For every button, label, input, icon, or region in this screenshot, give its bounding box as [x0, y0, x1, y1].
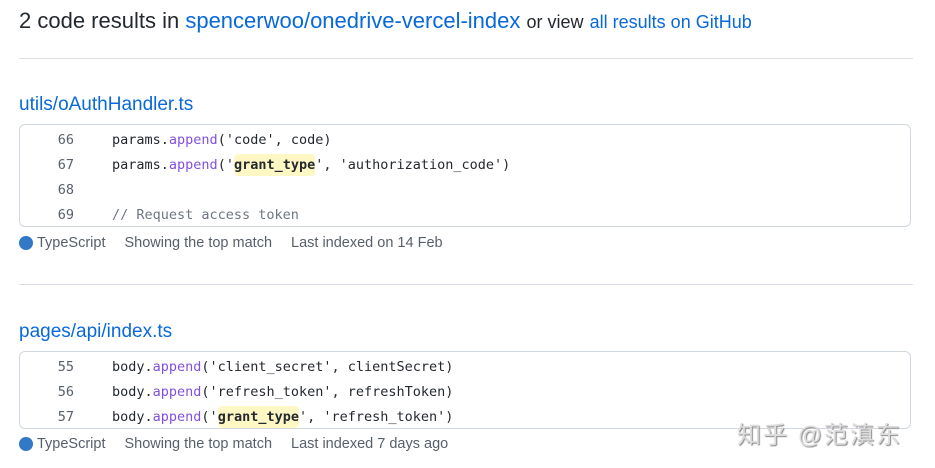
function-token: append: [168, 156, 218, 173]
line-number: 55: [57, 358, 74, 375]
file-link[interactable]: pages/api/index.ts: [19, 321, 172, 343]
code-token: (': [201, 408, 218, 425]
results-header: 2 code results in spencerwoo/onedrive-ve…: [19, 8, 752, 34]
file-link[interactable]: utils/oAuthHandler.ts: [19, 94, 193, 116]
indexed-info: Last indexed on 14 Feb: [291, 235, 443, 251]
language: TypeScript: [37, 436, 106, 452]
code-text: body.append('grant_type', 'refresh_token…: [112, 405, 454, 428]
line-number: 67: [57, 156, 74, 173]
code-token: body.: [112, 408, 153, 425]
line-number: 57: [57, 408, 74, 425]
code-token: ', 'refresh_token'): [298, 408, 454, 425]
divider: [19, 58, 913, 59]
result-meta: TypeScript Showing the top match Last in…: [19, 436, 448, 452]
function-token: append: [152, 408, 202, 425]
code-text: body.append('refresh_token', refreshToke…: [112, 384, 453, 400]
code-line: 69 // Request access token: [20, 202, 910, 227]
watermark: 知乎 @范滇东: [737, 422, 903, 449]
code-token: body.: [112, 383, 153, 400]
match-highlight: grant_type: [233, 153, 316, 176]
match-highlight: grant_type: [217, 405, 299, 428]
code-text: params.append('code', code): [112, 132, 331, 148]
result-meta: TypeScript Showing the top match Last in…: [19, 235, 443, 251]
code-token: ', 'authorization_code'): [315, 156, 511, 173]
language-color-icon: [19, 236, 33, 250]
code-text: body.append('client_secret', clientSecre…: [112, 359, 453, 375]
match-info: Showing the top match: [124, 436, 273, 452]
code-token: params.: [112, 156, 169, 173]
code-text: params.append('grant_type', 'authorizati…: [112, 153, 511, 176]
code-line: 55 body.append('client_secret', clientSec…: [20, 354, 910, 379]
function-token: append: [168, 131, 218, 148]
code-snippet[interactable]: 66 params.append('code', code) 67 params.ap…: [19, 124, 911, 227]
function-token: append: [152, 383, 202, 400]
all-results-link[interactable]: all results on GitHub: [590, 12, 752, 32]
language: TypeScript: [37, 235, 106, 251]
code-line: 67 params.append('grant_type', 'authoriza…: [20, 152, 910, 177]
divider: [19, 284, 913, 285]
function-token: append: [152, 358, 202, 375]
code-line: 66 params.append('code', code): [20, 127, 910, 152]
line-number: 68: [57, 181, 74, 198]
code-text: // Request access token: [112, 207, 299, 223]
code-token: body.: [112, 358, 153, 375]
comment: // Request access token: [112, 206, 299, 223]
code-token: ('refresh_token', refreshToken): [201, 383, 454, 400]
or-view-text: or view: [526, 12, 584, 32]
code-token: ('code', code): [217, 131, 332, 148]
line-number: 69: [57, 206, 74, 223]
line-number: 66: [57, 131, 74, 148]
language-color-icon: [19, 437, 33, 451]
code-token: (': [217, 156, 234, 173]
code-token: ('client_secret', clientSecret): [201, 358, 454, 375]
indexed-info: Last indexed 7 days ago: [291, 436, 449, 452]
match-info: Showing the top match: [124, 235, 273, 251]
results-count: 2 code results in: [19, 8, 180, 33]
repo-link[interactable]: spencerwoo/onedrive-vercel-index: [185, 8, 520, 33]
code-token: params.: [112, 131, 169, 148]
line-number: 56: [57, 383, 74, 400]
code-line: 56 body.append('refresh_token', refreshTo…: [20, 379, 910, 404]
code-line: 68: [20, 177, 910, 202]
